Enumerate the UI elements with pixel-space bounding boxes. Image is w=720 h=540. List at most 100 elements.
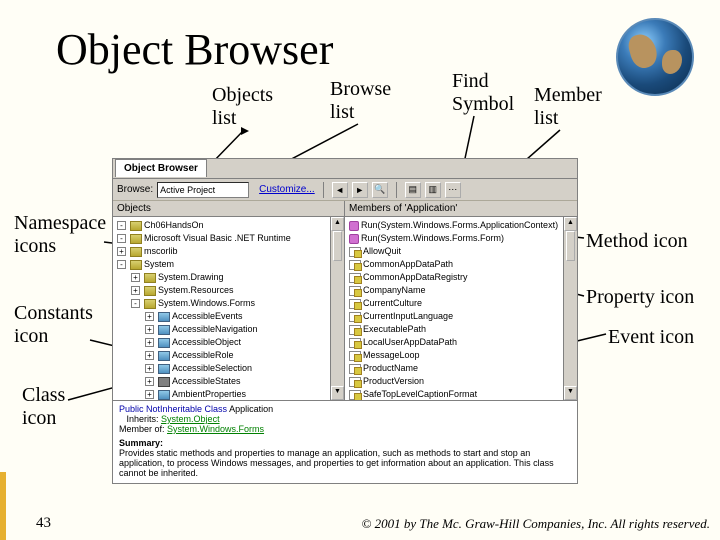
tree-node[interactable]: +AccessibleEvents <box>113 310 344 323</box>
sort-button-3[interactable]: ⋯ <box>445 182 461 198</box>
member-row[interactable]: CommonAppDataPath <box>345 258 577 271</box>
member-row[interactable]: SafeTopLevelCaptionFormat <box>345 388 577 400</box>
expand-icon[interactable]: + <box>131 286 140 295</box>
tab-row: Object Browser <box>113 159 577 179</box>
node-label: AccessibleNavigation <box>172 323 258 336</box>
prop-icon <box>349 299 361 309</box>
member-row[interactable]: CurrentInputLanguage <box>345 310 577 323</box>
slide-title: Object Browser <box>56 24 333 75</box>
expand-icon[interactable]: + <box>131 273 140 282</box>
inherits-link[interactable]: System.Object <box>161 414 220 424</box>
tree-node[interactable]: +AccessibleStates <box>113 375 344 388</box>
find-symbol-button[interactable]: 🔍 <box>372 182 388 198</box>
objects-tree[interactable]: - Ch06HandsOn-Microsoft Visual Basic .NET… <box>113 217 344 400</box>
member-of-line: Member of: System.Windows.Forms <box>119 424 571 434</box>
scrollbar[interactable]: ▲▼ <box>330 217 344 400</box>
member-row[interactable]: ProductVersion <box>345 375 577 388</box>
ns-icon <box>130 247 142 257</box>
member-row[interactable]: AllowQuit <box>345 245 577 258</box>
expand-icon[interactable]: - <box>117 234 126 243</box>
node-label: System.Drawing <box>158 271 224 284</box>
tree-node[interactable]: +AccessibleSelection <box>113 362 344 375</box>
member-label: LocalUserAppDataPath <box>363 336 457 349</box>
member-row[interactable]: CommonAppDataRegistry <box>345 271 577 284</box>
tab-object-browser[interactable]: Object Browser <box>115 159 207 177</box>
ns-icon <box>144 273 156 283</box>
node-label: System.Windows.Forms <box>158 297 255 310</box>
prop-icon <box>349 273 361 283</box>
copyright-text: © 2001 by The Mc. Graw-Hill Companies, I… <box>361 516 710 532</box>
tree-node[interactable]: - System.Windows.Forms <box>113 297 344 310</box>
object-browser-window: Object Browser Browse: Active Project Cu… <box>112 158 578 484</box>
expand-icon[interactable]: + <box>117 247 126 256</box>
ann-constants-icon: Constantsicon <box>14 302 93 348</box>
member-row[interactable]: ProductName <box>345 362 577 375</box>
expand-icon[interactable]: - <box>117 260 126 269</box>
member-row[interactable]: CurrentCulture <box>345 297 577 310</box>
ann-member-list: Memberlist <box>534 84 602 130</box>
detail-pane: Public NotInheritable Class Application … <box>113 401 577 483</box>
tree-node[interactable]: -System <box>113 258 344 271</box>
ns-icon <box>130 260 142 270</box>
cls-icon <box>158 364 170 374</box>
prop-icon <box>349 364 361 374</box>
expand-icon[interactable]: + <box>145 377 154 386</box>
scrollbar[interactable]: ▲▼ <box>563 217 577 400</box>
sort-button-1[interactable]: ▤ <box>405 182 421 198</box>
node-label: Ch06HandsOn <box>144 219 204 232</box>
inherits-label: Inherits: <box>127 414 159 424</box>
ns-icon <box>130 234 142 244</box>
globe-graphic <box>616 18 694 96</box>
tree-node[interactable]: + System.Resources <box>113 284 344 297</box>
node-label: AccessibleRole <box>172 349 234 362</box>
member-row[interactable]: Run(System.Windows.Forms.Form) <box>345 232 577 245</box>
ann-browse-list: Browselist <box>330 78 391 124</box>
prop-icon <box>349 351 361 361</box>
customize-link[interactable]: Customize... <box>259 184 315 195</box>
tree-node[interactable]: +AccessibleObject <box>113 336 344 349</box>
tree-node[interactable]: -Microsoft Visual Basic .NET Runtime <box>113 232 344 245</box>
nav-back-button[interactable]: ◄ <box>332 182 348 198</box>
tree-node[interactable]: + AmbientProperties <box>113 388 344 400</box>
ns-icon <box>144 299 156 309</box>
expand-icon[interactable]: + <box>145 338 154 347</box>
expand-icon[interactable]: + <box>145 364 154 373</box>
cls-icon <box>158 325 170 335</box>
node-label: System.Resources <box>158 284 234 297</box>
expand-icon[interactable]: + <box>145 312 154 321</box>
member-row[interactable]: LocalUserAppDataPath <box>345 336 577 349</box>
ann-class-icon: Classicon <box>22 384 65 430</box>
tree-node[interactable]: - Ch06HandsOn <box>113 219 344 232</box>
browse-combo[interactable]: Active Project <box>157 182 249 198</box>
tree-node[interactable]: +mscorlib <box>113 245 344 258</box>
expand-icon[interactable]: + <box>145 325 154 334</box>
tree-node[interactable]: + AccessibleNavigation <box>113 323 344 336</box>
members-tree[interactable]: Run(System.Windows.Forms.ApplicationCont… <box>345 217 577 400</box>
cls-icon <box>158 351 170 361</box>
member-row[interactable]: ExecutablePath <box>345 323 577 336</box>
member-row[interactable]: MessageLoop <box>345 349 577 362</box>
decl-name: Application <box>229 404 273 414</box>
expand-icon[interactable]: + <box>145 351 154 360</box>
tree-node[interactable]: + AccessibleRole <box>113 349 344 362</box>
prop-icon <box>349 390 361 400</box>
member-row[interactable]: Run(System.Windows.Forms.ApplicationCont… <box>345 219 577 232</box>
member-label: CurrentInputLanguage <box>363 310 453 323</box>
member-row[interactable]: CompanyName <box>345 284 577 297</box>
expand-icon[interactable]: - <box>117 221 126 230</box>
tree-node[interactable]: + System.Drawing <box>113 271 344 284</box>
expand-icon[interactable]: + <box>145 390 154 399</box>
sort-button-2[interactable]: ▥ <box>425 182 441 198</box>
ns-icon <box>144 286 156 296</box>
cls-icon <box>158 390 170 400</box>
accent-bar <box>0 472 6 540</box>
prop-icon <box>349 312 361 322</box>
objects-pane[interactable]: Objects -Ch06HandsOn-Microsoft Visual Ba… <box>113 201 345 400</box>
members-pane[interactable]: Members of 'Application' Run(System.Wind… <box>345 201 577 400</box>
nav-fwd-button[interactable]: ► <box>352 182 368 198</box>
member-of-link[interactable]: System.Windows.Forms <box>167 424 264 434</box>
meth-icon <box>349 221 359 231</box>
expand-icon[interactable]: - <box>131 299 140 308</box>
cls-icon <box>158 312 170 322</box>
node-label: AmbientProperties <box>172 388 246 400</box>
